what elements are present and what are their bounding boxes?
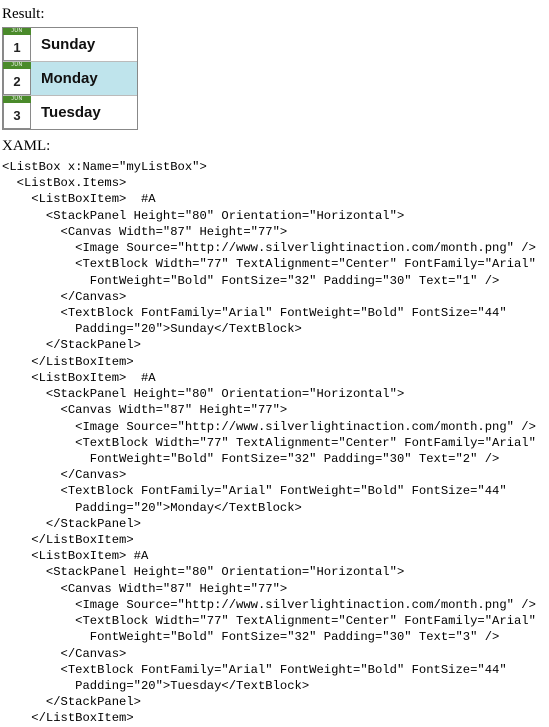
xaml-label: XAML: — [2, 138, 549, 155]
listbox-item[interactable]: JUN1Sunday — [3, 28, 137, 62]
calendar-icon: JUN2 — [3, 62, 31, 95]
month-label: JUN — [3, 28, 31, 35]
day-name: Monday — [31, 70, 98, 87]
calendar-icon: JUN1 — [3, 28, 31, 61]
day-number: 2 — [3, 69, 31, 95]
month-label: JUN — [3, 96, 31, 103]
calendar-icon: JUN3 — [3, 96, 31, 129]
listbox-item[interactable]: JUN3Tuesday — [3, 96, 137, 129]
day-name: Tuesday — [31, 104, 101, 121]
day-number: 1 — [3, 35, 31, 61]
day-name: Sunday — [31, 36, 95, 53]
listbox-item[interactable]: JUN2Monday — [3, 62, 137, 96]
month-label: JUN — [3, 62, 31, 69]
xaml-code-block: <ListBox x:Name="myListBox"> <ListBox.It… — [2, 159, 549, 727]
calendar-listbox[interactable]: JUN1SundayJUN2MondayJUN3Tuesday — [2, 27, 138, 130]
result-label: Result: — [2, 6, 549, 23]
day-number: 3 — [3, 103, 31, 129]
